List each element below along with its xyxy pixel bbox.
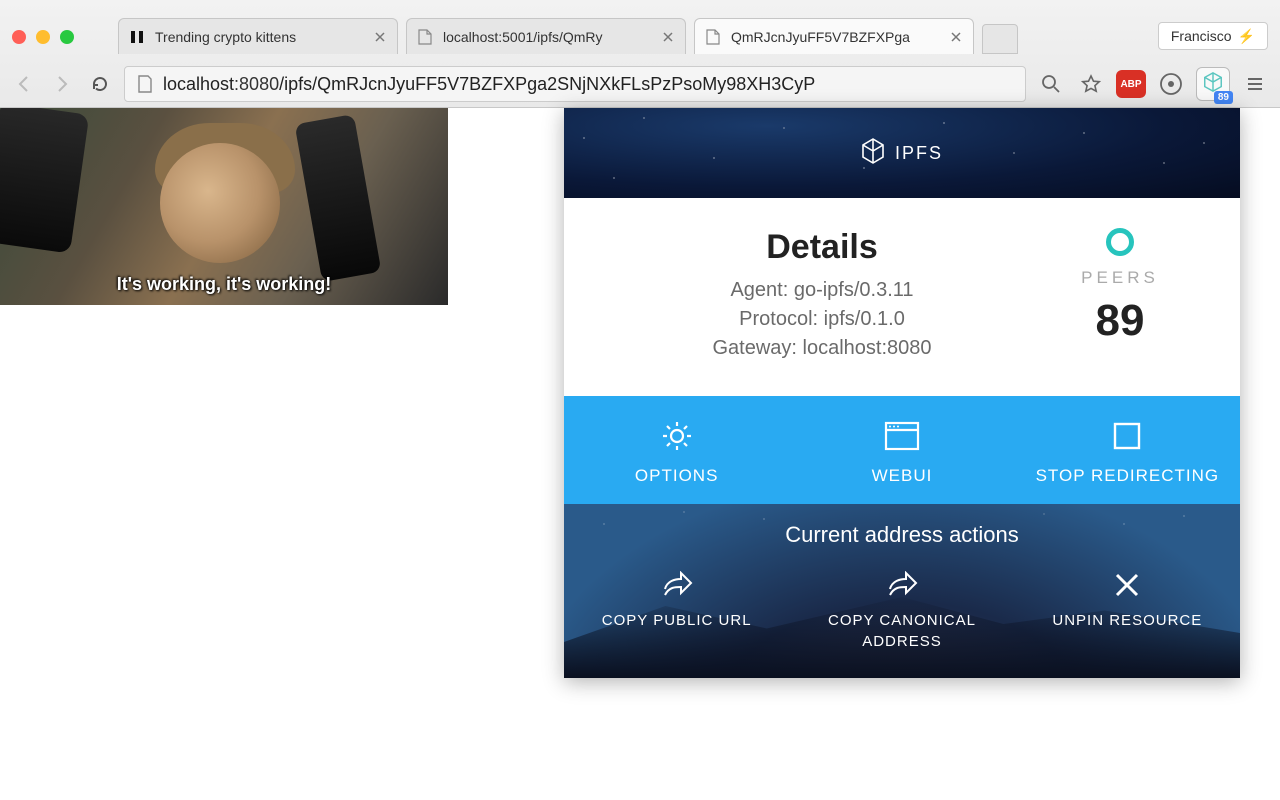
profile-name: Francisco [1171,28,1232,44]
options-label: OPTIONS [574,466,779,486]
webui-label: WEBUI [799,466,1004,486]
popup-actions-row: OPTIONS WEBUI STOP REDIRECTING [564,396,1240,504]
ipfs-peer-badge: 89 [1214,91,1233,104]
address-bar[interactable]: localhost:8080/ipfs/QmRJcnJyuFF5V7BZFXPg… [124,66,1026,102]
tab-strip: Trending crypto kittens localhost:5001/i… [118,18,1018,54]
copy-canonical-address-label: COPY CANONICAL ADDRESS [799,610,1004,652]
url-port: :8080 [234,74,279,94]
protocol-row: Protocol: ipfs/0.1.0 [604,308,1040,331]
new-tab-button[interactable] [982,24,1018,54]
share-icon [574,568,779,602]
gear-icon [574,416,779,456]
window-minimize-button[interactable] [36,30,50,44]
tab-2-title: localhost:5001/ipfs/QmRy [443,29,655,45]
extension-2-icon[interactable] [1156,69,1186,99]
webui-button[interactable]: WEBUI [789,396,1014,504]
image-caption: It's working, it's working! [0,274,448,295]
agent-row: Agent: go-ipfs/0.3.11 [604,279,1040,302]
tab-3[interactable]: QmRJcnJyuFF5V7BZFXPga [694,18,974,54]
agent-value: go-ipfs/0.3.11 [794,279,914,301]
stop-redirecting-label: STOP REDIRECTING [1025,466,1230,486]
close-icon [1025,568,1230,602]
tab-1-close-icon[interactable] [373,30,387,44]
tab-3-favicon-icon [705,29,721,45]
peers-count: 89 [1040,296,1200,346]
tab-2-close-icon[interactable] [661,30,675,44]
profile-switcher[interactable]: Francisco ⚡ [1158,22,1268,50]
unpin-resource-label: UNPIN RESOURCE [1025,610,1230,631]
share-alt-icon [799,568,1004,602]
tab-2[interactable]: localhost:5001/ipfs/QmRy [406,18,686,54]
toolbar: localhost:8080/ipfs/QmRJcnJyuFF5V7BZFXPg… [0,60,1280,108]
tab-1-favicon-icon [129,29,145,45]
unpin-resource-button[interactable]: UNPIN RESOURCE [1015,564,1240,656]
window-controls [12,30,74,44]
agent-label: Agent: [730,279,788,301]
ipfs-brand-label: IPFS [895,143,943,164]
url-text: localhost:8080/ipfs/QmRJcnJyuFF5V7BZFXPg… [163,74,815,95]
browser-chrome: Trending crypto kittens localhost:5001/i… [0,0,1280,108]
protocol-label: Protocol: [739,308,818,330]
copy-canonical-address-button[interactable]: COPY CANONICAL ADDRESS [789,564,1014,656]
tab-3-title: QmRJcnJyuFF5V7BZFXPga [731,29,943,45]
address-actions-title: Current address actions [564,522,1240,548]
status-circle-icon [1106,228,1134,256]
stop-icon [1025,416,1230,456]
back-button[interactable] [10,70,38,98]
zoom-icon[interactable] [1036,69,1066,99]
gateway-row: Gateway: localhost:8080 [604,337,1040,360]
gateway-value: localhost:8080 [803,337,932,359]
window-icon [799,416,1004,456]
adblock-extension-icon[interactable]: ABP [1116,70,1146,98]
url-host: localhost [163,74,234,94]
forward-button[interactable] [48,70,76,98]
popup-header: IPFS [564,108,1240,198]
ipfs-extension-button[interactable]: 89 [1196,67,1230,101]
bolt-icon: ⚡ [1238,28,1255,45]
bookmark-star-icon[interactable] [1076,69,1106,99]
url-path: /ipfs/QmRJcnJyuFF5V7BZFXPga2SNjNXkFLsPzP… [279,74,815,94]
copy-public-url-label: COPY PUBLIC URL [574,610,779,631]
peers-label: PEERS [1040,268,1200,288]
options-button[interactable]: OPTIONS [564,396,789,504]
ipfs-extension-popup: IPFS Details Agent: go-ipfs/0.3.11 Proto… [564,108,1240,678]
hamburger-menu-icon[interactable] [1240,69,1270,99]
tab-2-favicon-icon [417,29,433,45]
copy-public-url-button[interactable]: COPY PUBLIC URL [564,564,789,656]
stop-redirecting-button[interactable]: STOP REDIRECTING [1015,396,1240,504]
tab-1-title: Trending crypto kittens [155,29,367,45]
tab-1[interactable]: Trending crypto kittens [118,18,398,54]
tab-3-close-icon[interactable] [949,30,963,44]
window-close-button[interactable] [12,30,26,44]
ipfs-logo-icon [861,138,885,169]
site-info-icon[interactable] [137,75,155,93]
address-actions-section: Current address actions COPY PUBLIC URL … [564,504,1240,678]
content-image: It's working, it's working! [0,108,448,305]
toolbar-icons: ABP 89 [1036,67,1270,101]
protocol-value: ipfs/0.1.0 [824,308,905,330]
abp-label: ABP [1120,79,1141,90]
window-zoom-button[interactable] [60,30,74,44]
details-title: Details [604,228,1040,267]
popup-details: Details Agent: go-ipfs/0.3.11 Protocol: … [564,198,1240,396]
gateway-label: Gateway: [712,337,796,359]
reload-button[interactable] [86,70,114,98]
